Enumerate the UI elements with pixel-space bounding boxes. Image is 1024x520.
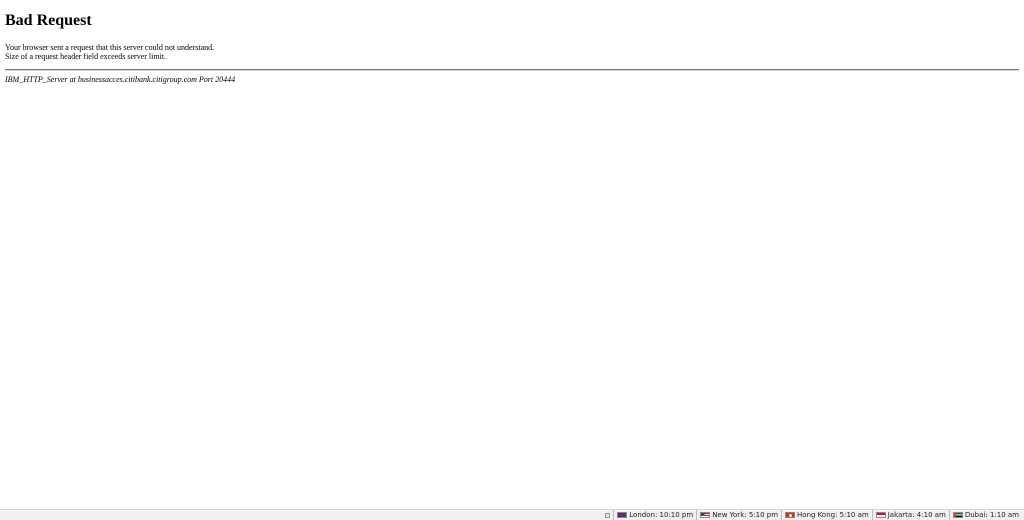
error-message: Your browser sent a request that this se…	[5, 43, 1019, 61]
clock-new-york-text: New York: 5:10 pm	[712, 511, 779, 519]
divider	[5, 69, 1019, 71]
clock-settings-icon[interactable]	[605, 512, 611, 518]
clock-new-york[interactable]: New York: 5:10 pm	[696, 510, 781, 520]
clock-dubai[interactable]: Dubai: 1:10 am	[948, 510, 1022, 520]
clock-london[interactable]: London: 10:10 pm	[613, 510, 696, 520]
error-message-line: Size of a request header field exceeds s…	[5, 52, 167, 61]
id-flag-icon	[875, 512, 886, 518]
page-title: Bad Request	[5, 12, 92, 29]
clock-jakarta-text: Jakarta: 4:10 am	[887, 511, 946, 519]
clock-hong-kong-text: Hong Kong: 5:10 am	[797, 511, 869, 519]
error-message-line: Your browser sent a request that this se…	[5, 43, 215, 52]
clock-jakarta[interactable]: Jakarta: 4:10 am	[871, 510, 949, 520]
clock-dubai-text: Dubai: 1:10 am	[964, 511, 1019, 519]
hk-flag-icon	[785, 512, 796, 518]
server-signature: IBM_HTTP_Server at businessacces.citiban…	[5, 75, 236, 84]
clock-london-text: London: 10:10 pm	[629, 511, 694, 519]
uk-flag-icon	[617, 512, 628, 518]
error-page: Bad Request Your browser sent a request …	[0, 0, 1024, 85]
world-clock-bar: London: 10:10 pm New York: 5:10 pm Hong …	[0, 509, 1024, 520]
clock-hong-kong[interactable]: Hong Kong: 5:10 am	[781, 510, 872, 520]
uae-flag-icon	[952, 512, 963, 518]
us-flag-icon	[700, 512, 711, 518]
